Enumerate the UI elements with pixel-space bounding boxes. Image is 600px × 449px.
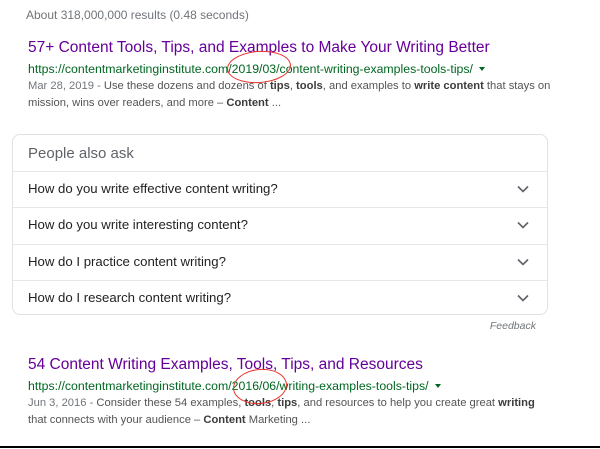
search-result: 54 Content Writing Examples, Tools, Tips… — [28, 355, 573, 429]
snippet-highlight: tools — [296, 80, 323, 92]
url-dropdown-caret-icon[interactable] — [478, 67, 485, 71]
chevron-down-icon — [517, 294, 529, 302]
snippet-text: Consider these 54 examples, — [96, 397, 245, 409]
feedback-link[interactable]: Feedback — [490, 320, 536, 332]
paa-question[interactable]: How do I practice content writing? — [13, 244, 547, 280]
paa-question[interactable]: How do I research content writing? — [13, 280, 547, 316]
paa-question[interactable]: How do you write interesting content? — [13, 207, 547, 243]
paa-question-text: How do I practice content writing? — [28, 254, 226, 269]
snippet-highlight: Content — [226, 97, 269, 109]
search-results-page: About 318,000,000 results (0.48 seconds)… — [0, 0, 600, 449]
snippet-text: Marketing ... — [245, 414, 311, 426]
snippet-highlight: tips — [269, 80, 290, 92]
url-dropdown-caret-icon[interactable] — [434, 384, 441, 388]
result-stats: About 318,000,000 results (0.48 seconds) — [26, 8, 249, 22]
paa-question-text: How do you write effective content writi… — [28, 181, 278, 196]
snippet-text: that stays on — [483, 80, 551, 92]
result-snippet: Jun 3, 2016 - Consider these 54 examples… — [28, 395, 553, 429]
snippet-text: that connects with your audience – — [28, 414, 204, 426]
snippet-highlight: write content — [414, 80, 484, 92]
result-title-link[interactable]: 54 Content Writing Examples, Tools, Tips… — [28, 355, 573, 375]
result-snippet: Mar 28, 2019 - Use these dozens and doze… — [28, 78, 553, 112]
search-result: 57+ Content Tools, Tips, and Examples to… — [28, 38, 573, 112]
people-also-ask-card: People also ask How do you write effecti… — [12, 134, 548, 315]
result-url-text[interactable]: https://contentmarketinginstitute.com/20… — [28, 62, 473, 76]
snippet-date: Jun 3, 2016 - — [28, 397, 97, 409]
bottom-border — [0, 446, 600, 448]
paa-question-text: How do you write interesting content? — [28, 217, 248, 232]
paa-question[interactable]: How do you write effective content writi… — [13, 171, 547, 207]
snippet-date: Mar 28, 2019 - — [28, 80, 104, 92]
snippet-text: , and examples to — [322, 80, 415, 92]
people-also-ask-heading: People also ask — [28, 145, 134, 162]
chevron-down-icon — [517, 221, 529, 229]
result-url: https://contentmarketinginstitute.com/20… — [28, 366, 573, 407]
snippet-text: , and resources to help you create great — [297, 397, 499, 409]
result-url-text[interactable]: https://contentmarketinginstitute.com/20… — [28, 379, 429, 393]
snippet-text: Use these dozens and dozens of — [103, 80, 270, 92]
chevron-down-icon — [517, 258, 529, 266]
result-url: https://contentmarketinginstitute.com/20… — [28, 48, 573, 86]
paa-question-text: How do I research content writing? — [28, 290, 232, 305]
snippet-highlight: writing — [498, 397, 535, 409]
snippet-text: ... — [268, 97, 282, 109]
snippet-text: mission, wins over readers, and more – — [28, 97, 227, 109]
snippet-highlight: Content — [203, 414, 246, 426]
snippet-highlight: tools — [244, 397, 272, 409]
chevron-down-icon — [517, 185, 529, 193]
result-title-link[interactable]: 57+ Content Tools, Tips, and Examples to… — [28, 38, 573, 58]
snippet-highlight: tips — [277, 397, 298, 409]
